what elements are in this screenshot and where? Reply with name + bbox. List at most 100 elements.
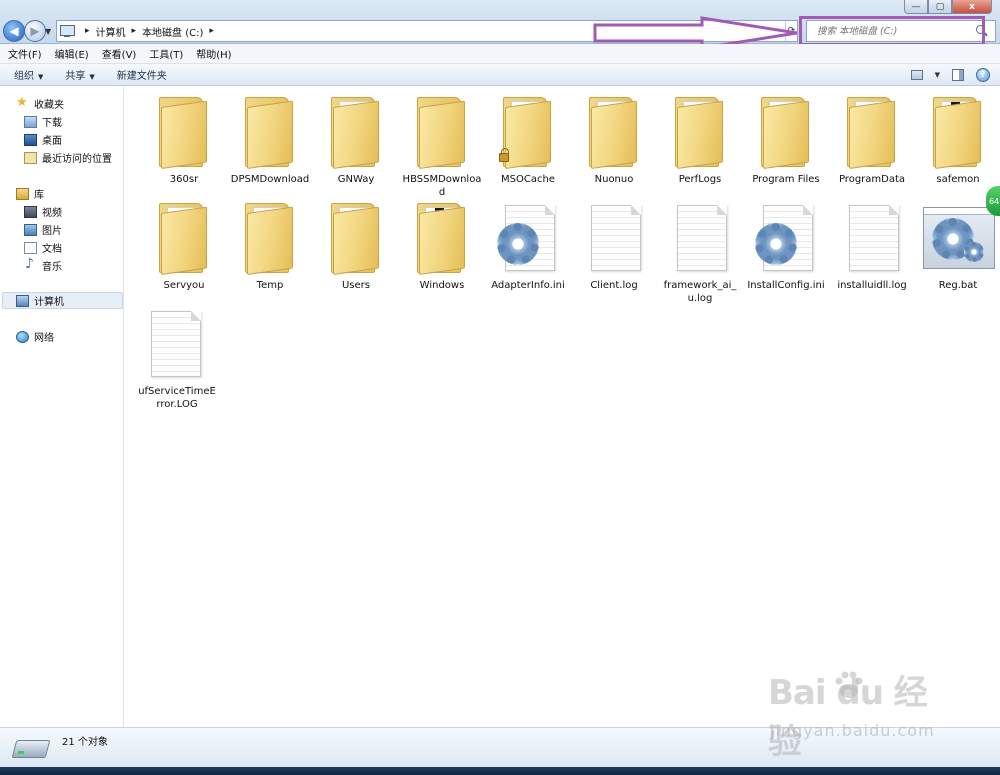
item-label: PerfLogs bbox=[678, 174, 722, 185]
nav-documents-label: 文档 bbox=[42, 244, 62, 255]
organize-button[interactable]: 组织 ▼ bbox=[14, 67, 43, 82]
item-label: DPSMDownload bbox=[230, 174, 310, 185]
file-item[interactable]: installuidll.log bbox=[829, 197, 915, 292]
change-view-icon[interactable] bbox=[910, 70, 923, 80]
nav-favorites[interactable]: 收藏夹 bbox=[16, 95, 64, 112]
folder-icon bbox=[227, 91, 313, 171]
folder-item[interactable]: Servyou bbox=[141, 197, 227, 292]
menu-file[interactable]: 文件(F) bbox=[8, 46, 42, 61]
chevron-right-icon[interactable]: ▸ bbox=[209, 26, 214, 36]
folder-item[interactable]: Temp bbox=[227, 197, 313, 292]
pictures-icon bbox=[24, 223, 37, 236]
chevron-right-icon[interactable]: ▸ bbox=[132, 26, 137, 36]
network-icon bbox=[16, 330, 29, 343]
item-label: 360sr bbox=[169, 174, 199, 185]
recent-pages-dropdown[interactable]: ▼ bbox=[45, 27, 51, 36]
nav-music[interactable]: 音乐 bbox=[24, 256, 62, 274]
file-item[interactable]: AdapterInfo.ini bbox=[485, 197, 571, 292]
annotation-highlight-box bbox=[799, 16, 985, 46]
folder-icon bbox=[829, 91, 915, 171]
library-icon bbox=[16, 187, 29, 200]
view-controls: ▼ ? bbox=[910, 68, 990, 82]
item-label: Nuonuo bbox=[594, 174, 634, 185]
menu-tools[interactable]: 工具(T) bbox=[149, 46, 183, 61]
menu-edit[interactable]: 编辑(E) bbox=[55, 46, 89, 61]
folder-item[interactable]: ProgramData bbox=[829, 91, 915, 186]
nav-desktop[interactable]: 桌面 bbox=[24, 131, 62, 148]
nav-documents[interactable]: 文档 bbox=[24, 239, 62, 256]
folder-icon bbox=[227, 197, 313, 277]
folder-item[interactable]: safemon bbox=[915, 91, 1000, 186]
file-item[interactable]: framework_ai_u.log bbox=[657, 197, 743, 305]
breadcrumb-local-disk[interactable]: 本地磁盘 (C:) bbox=[142, 24, 203, 39]
folder-item[interactable]: MSOCache bbox=[485, 91, 571, 186]
folder-item[interactable]: Users bbox=[313, 197, 399, 292]
folder-icon bbox=[399, 197, 485, 277]
share-button[interactable]: 共享 ▼ bbox=[65, 67, 94, 82]
nav-videos[interactable]: 视频 bbox=[24, 203, 62, 220]
file-item[interactable]: Client.log bbox=[571, 197, 657, 292]
file-item[interactable]: Reg.bat bbox=[915, 197, 1000, 292]
side-badge[interactable]: 64 bbox=[986, 186, 1000, 216]
item-label: Temp bbox=[256, 280, 284, 291]
item-label: installuidll.log bbox=[837, 280, 907, 291]
folder-item[interactable]: Nuonuo bbox=[571, 91, 657, 186]
chevron-down-icon: ▼ bbox=[38, 73, 44, 81]
folder-item[interactable]: DPSMDownload bbox=[227, 91, 313, 186]
text-file-icon bbox=[135, 303, 219, 383]
folder-item[interactable]: HBSSMDownload bbox=[399, 91, 485, 199]
nav-network[interactable]: 网络 bbox=[16, 328, 54, 345]
nav-pictures[interactable]: 图片 bbox=[24, 221, 62, 238]
nav-downloads[interactable]: 下载 bbox=[24, 113, 62, 130]
back-button[interactable]: ◀ bbox=[3, 20, 25, 42]
drive-icon bbox=[11, 740, 51, 758]
config-file-icon bbox=[743, 197, 829, 277]
item-label: MSOCache bbox=[501, 174, 555, 185]
nav-pictures-label: 图片 bbox=[42, 226, 62, 237]
preview-pane-icon[interactable] bbox=[952, 69, 964, 81]
nav-libraries[interactable]: 库 bbox=[16, 185, 44, 202]
folder-icon bbox=[141, 91, 227, 171]
nav-videos-label: 视频 bbox=[42, 208, 62, 219]
help-icon[interactable]: ? bbox=[976, 68, 990, 82]
documents-icon bbox=[24, 241, 37, 254]
item-label: AdapterInfo.ini bbox=[491, 280, 565, 291]
folder-item[interactable]: GNWay bbox=[313, 91, 399, 186]
maximize-button[interactable]: ▢ bbox=[928, 0, 952, 14]
folder-icon bbox=[571, 91, 657, 171]
close-button[interactable]: x bbox=[952, 0, 992, 14]
new-folder-button[interactable]: 新建文件夹 bbox=[117, 67, 167, 82]
file-item[interactable]: InstallConfig.ini bbox=[743, 197, 829, 292]
menu-help[interactable]: 帮助(H) bbox=[196, 46, 231, 61]
folder-icon bbox=[485, 91, 571, 171]
download-folder-icon bbox=[24, 115, 37, 128]
chevron-down-icon[interactable]: ▼ bbox=[935, 71, 940, 79]
taskbar bbox=[0, 767, 1000, 775]
nav-computer[interactable]: 计算机 bbox=[2, 292, 123, 309]
status-bar: 21 个对象 bbox=[0, 727, 1000, 767]
chevron-right-icon[interactable]: ▸ bbox=[85, 26, 90, 36]
forward-button[interactable]: ▶ bbox=[24, 20, 46, 42]
folder-item[interactable]: Windows bbox=[399, 197, 485, 292]
computer-icon bbox=[59, 24, 75, 38]
menu-view[interactable]: 查看(V) bbox=[102, 46, 137, 61]
folder-icon bbox=[743, 91, 829, 171]
file-item[interactable]: ufServiceTimeError.LOG bbox=[135, 303, 219, 411]
nav-desktop-label: 桌面 bbox=[42, 136, 62, 147]
arrow-left-icon: ◀ bbox=[9, 24, 19, 38]
command-bar: 组织 ▼ 共享 ▼ 新建文件夹 ▼ ? bbox=[0, 64, 1000, 86]
item-label: HBSSMDownload bbox=[402, 174, 482, 198]
navigation-pane: 收藏夹 下载 桌面 最近访问的位置 库 视频 图片 文档 音乐 计算机 网络 bbox=[0, 87, 124, 727]
folder-item[interactable]: PerfLogs bbox=[657, 91, 743, 186]
nav-libraries-label: 库 bbox=[34, 190, 44, 201]
nav-computer-label: 计算机 bbox=[34, 297, 64, 308]
breadcrumb-computer[interactable]: 计算机 bbox=[96, 24, 126, 39]
minimize-button[interactable]: — bbox=[904, 0, 928, 14]
item-label: ufServiceTimeError.LOG bbox=[138, 386, 216, 410]
item-label: Reg.bat bbox=[938, 280, 978, 291]
nav-recent-places[interactable]: 最近访问的位置 bbox=[24, 149, 112, 166]
folder-item[interactable]: Program Files bbox=[743, 91, 829, 186]
folder-icon bbox=[313, 197, 399, 277]
folder-item[interactable]: 360sr bbox=[141, 91, 227, 186]
computer-icon bbox=[16, 294, 29, 307]
